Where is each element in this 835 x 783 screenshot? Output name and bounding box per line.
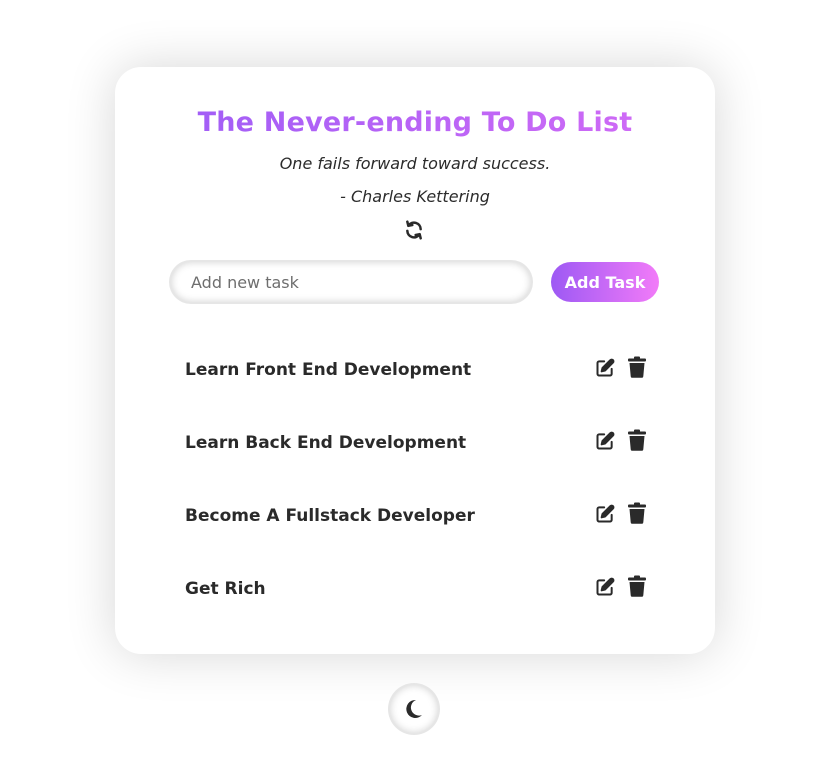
task-label: Learn Back End Development (185, 433, 467, 453)
quote-text: One fails forward toward success. (279, 154, 551, 173)
refresh-icon[interactable] (404, 220, 424, 240)
trash-icon[interactable] (627, 429, 647, 451)
trash-icon[interactable] (627, 502, 647, 524)
add-task-button[interactable]: Add Task (551, 262, 659, 302)
list-item: Become A Fullstack Developer (185, 500, 647, 530)
edit-icon[interactable] (595, 577, 615, 597)
edit-icon[interactable] (595, 358, 615, 378)
task-label: Get Rich (185, 579, 266, 599)
trash-icon[interactable] (627, 575, 647, 597)
task-label: Learn Front End Development (185, 360, 472, 380)
task-label: Become A Fullstack Developer (185, 506, 475, 526)
list-item: Learn Back End Development (185, 427, 647, 457)
edit-icon[interactable] (595, 431, 615, 451)
page-title: The Never-ending To Do List (115, 107, 715, 138)
todo-card: The Never-ending To Do List One fails fo… (115, 67, 715, 654)
list-item: Learn Front End Development (185, 354, 647, 384)
trash-icon[interactable] (627, 356, 647, 378)
moon-icon (406, 699, 422, 718)
quote-author: - Charles Kettering (340, 187, 490, 206)
edit-icon[interactable] (595, 504, 615, 524)
list-item: Get Rich (185, 573, 647, 603)
task-input-wrapper (171, 262, 531, 302)
new-task-input[interactable] (171, 262, 521, 302)
theme-toggle-button[interactable] (390, 685, 438, 733)
